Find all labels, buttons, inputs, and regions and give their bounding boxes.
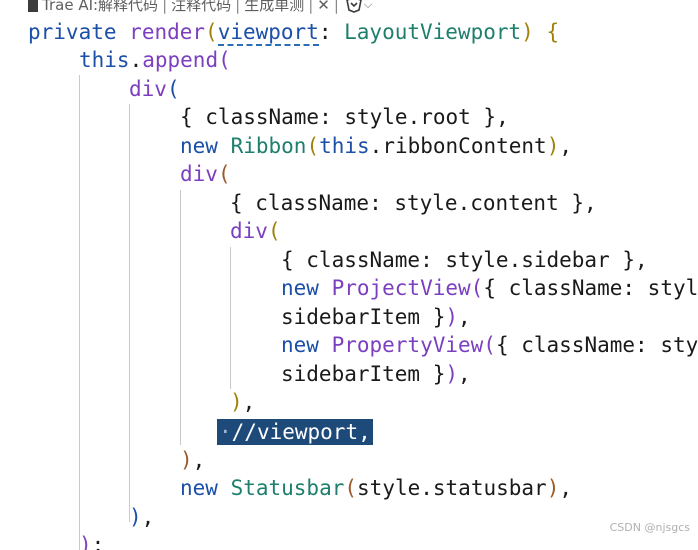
code-line[interactable]: ); — [79, 531, 104, 550]
code-line[interactable]: new PropertyView({ className: sty — [281, 331, 698, 360]
close-codelens-button[interactable]: ✕ — [317, 0, 330, 19]
codelens-separator: | — [333, 0, 339, 14]
codelens-separator: | — [162, 0, 168, 14]
code-line[interactable]: { className: style.content }, — [230, 189, 597, 218]
code-line[interactable]: sidebarItem }), — [281, 303, 471, 332]
code-line[interactable]: ), — [129, 503, 154, 532]
code-line[interactable]: div( — [230, 217, 281, 246]
code-line[interactable]: { className: style.root }, — [180, 103, 509, 132]
trae-codelens: Trae AI:解释代码 | 注释代码 | 生成单测 | ✕ | ⌵ — [0, 0, 372, 15]
ai-agent-icon — [28, 0, 38, 12]
code-line[interactable]: div( — [180, 160, 231, 189]
code-line[interactable]: ), — [230, 388, 255, 417]
code-line[interactable]: { className: style.sidebar }, — [281, 246, 648, 275]
comment-code-action[interactable]: 注释代码 — [171, 0, 231, 19]
indent-guide — [79, 75, 80, 550]
code-line[interactable]: div( — [129, 75, 180, 104]
code-line[interactable]: new Ribbon(this.ribbonContent), — [180, 132, 572, 161]
indent-guide — [129, 104, 130, 522]
code-line[interactable]: private render(viewport: LayoutViewport)… — [28, 18, 559, 47]
code-line[interactable]: sidebarItem }), — [281, 360, 471, 389]
code-line[interactable]: new ProjectView({ className: styl — [281, 274, 698, 303]
selected-comment-line[interactable]: ·//viewport, — [217, 419, 373, 445]
code-editor[interactable]: Trae AI:解释代码 | 注释代码 | 生成单测 | ✕ | ⌵ priva… — [0, 0, 698, 550]
code-line[interactable]: ), — [180, 446, 205, 475]
chevron-down-icon[interactable]: ⌵ — [364, 0, 372, 19]
code-line[interactable]: this.append( — [79, 46, 231, 75]
trae-logo-icon[interactable] — [345, 0, 363, 13]
codelens-separator: | — [235, 0, 241, 14]
codelens-separator: | — [308, 0, 314, 14]
viewport-param[interactable]: viewport — [217, 20, 319, 46]
indent-guide — [180, 190, 181, 445]
explain-code-action[interactable]: Trae AI:解释代码 — [42, 0, 158, 19]
indent-guide — [230, 247, 231, 389]
watermark: CSDN @njsgcs — [609, 520, 690, 534]
generate-tests-action[interactable]: 生成单测 — [244, 0, 304, 19]
code-line[interactable]: new Statusbar(style.statusbar), — [180, 474, 572, 503]
